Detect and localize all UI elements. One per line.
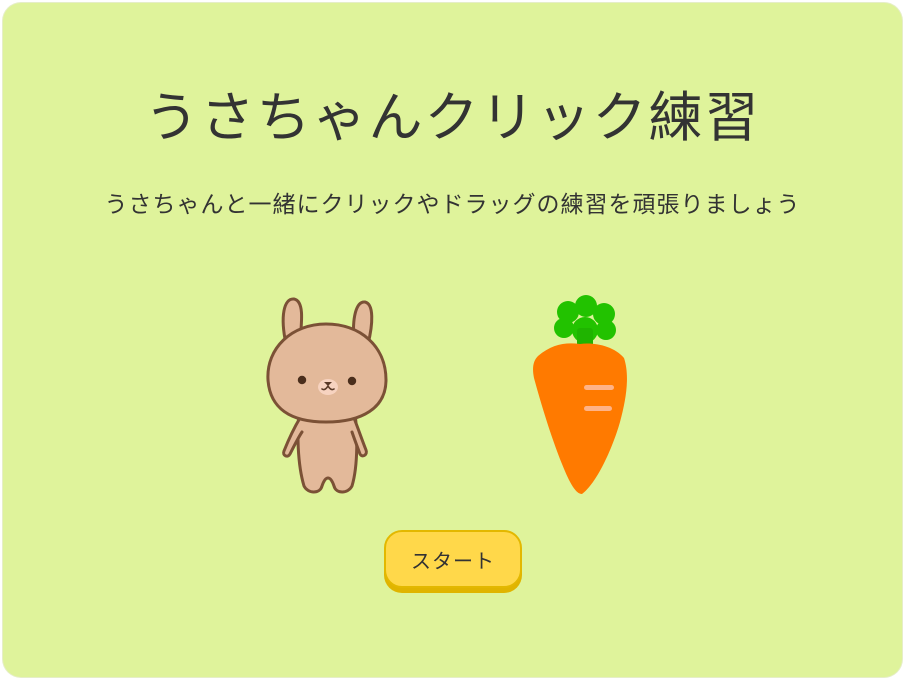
bunny-left-eye bbox=[297, 375, 307, 385]
carrot-target[interactable] bbox=[528, 288, 630, 498]
carrot-body bbox=[533, 343, 627, 494]
carrot-highlight-1 bbox=[584, 385, 614, 390]
bunny-right-eye bbox=[347, 376, 357, 386]
page-subtitle: うさちゃんと一緒にクリックやドラッグの練習を頑張りましょう bbox=[104, 192, 801, 218]
page-title: うさちゃんクリック練習 bbox=[144, 86, 761, 149]
carrot-highlight-2 bbox=[584, 406, 612, 411]
bunny-character bbox=[266, 297, 388, 494]
carrot-leaves bbox=[554, 295, 616, 348]
bunny-head bbox=[266, 322, 388, 424]
start-button[interactable]: スタート bbox=[384, 530, 522, 588]
